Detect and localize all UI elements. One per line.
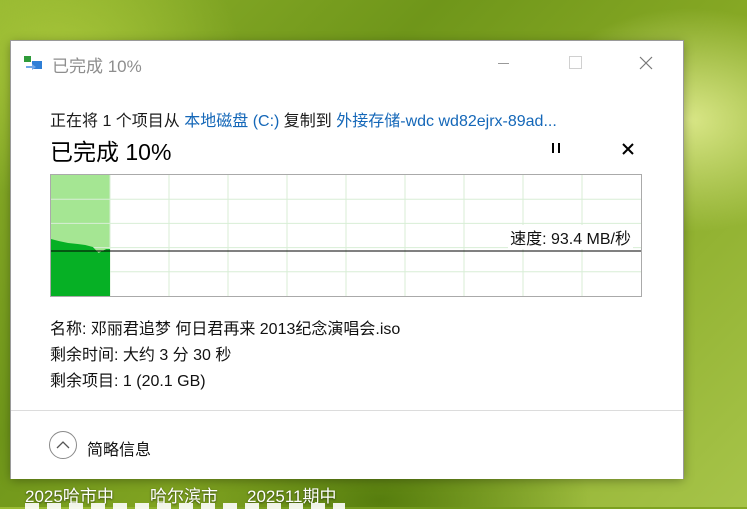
- copy-middle: 复制到: [279, 113, 337, 130]
- minimize-button[interactable]: [481, 41, 527, 85]
- window-title: 已完成 10%: [52, 57, 142, 76]
- copy-files-icon: [24, 56, 42, 70]
- maximize-button[interactable]: [552, 41, 598, 85]
- desktop-icon-labels-clipped: [25, 503, 345, 509]
- close-icon: [622, 143, 634, 155]
- source-link[interactable]: 本地磁盘 (C:): [184, 113, 279, 130]
- speed-label: 速度: 93.4 MB/秒: [508, 225, 633, 249]
- close-icon: [639, 56, 653, 70]
- file-name: 名称: 邓丽君追梦 何日君再来 2013纪念演唱会.iso: [50, 321, 401, 338]
- pause-button[interactable]: [545, 139, 569, 159]
- speed-graph: 速度: 93.4 MB/秒: [50, 174, 642, 297]
- dialog-footer: 简略信息: [11, 410, 683, 479]
- copy-description: 正在将 1 个项目从 本地磁盘 (C:) 复制到 外接存储-wdc wd82ej…: [50, 107, 557, 131]
- close-button[interactable]: [623, 41, 669, 85]
- collapse-details-button[interactable]: [49, 431, 77, 459]
- items-remaining: 剩余项目: 1 (20.1 GB): [50, 373, 206, 390]
- cancel-button[interactable]: [617, 138, 639, 160]
- chevron-up-icon: [56, 441, 70, 449]
- copy-progress-dialog: 已完成 10% 正在将 1 个项目从 本地磁盘 (C:) 复制到 外接存储-wd…: [11, 41, 683, 479]
- title-bar[interactable]: 已完成 10%: [11, 41, 683, 85]
- destination-link[interactable]: 外接存储-wdc wd82ejrx-89ad...: [336, 113, 557, 130]
- time-remaining: 剩余时间: 大约 3 分 30 秒: [50, 347, 232, 364]
- fewer-details-label[interactable]: 简略信息: [87, 436, 151, 460]
- copy-prefix: 正在将 1 个项目从: [50, 113, 185, 130]
- progress-heading: 已完成 10%: [50, 139, 172, 165]
